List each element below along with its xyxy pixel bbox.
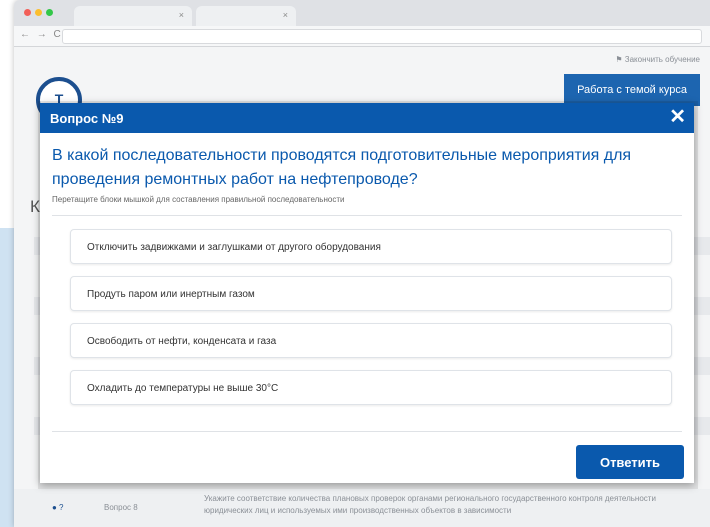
question-hint: Укажите соответствие количества плановых…	[204, 494, 656, 515]
browser-tab-2[interactable]: ×	[196, 6, 296, 26]
window-controls	[24, 9, 53, 16]
draggable-item[interactable]: Продуть паром или инертным газом	[70, 276, 672, 311]
maximize-window-button[interactable]	[46, 9, 53, 16]
question-label: Вопрос 8	[104, 503, 138, 512]
modal-title: Вопрос №9	[50, 111, 124, 126]
browser-tab-1[interactable]: ×	[74, 6, 192, 26]
address-bar: ← → C	[14, 26, 710, 47]
instruction-text: Перетащите блоки мышкой для составления …	[52, 195, 345, 204]
close-window-button[interactable]	[24, 9, 31, 16]
question-text: В какой последовательности проводятся по…	[52, 147, 632, 188]
nav-buttons[interactable]: ← → C	[20, 29, 63, 40]
flag-icon: ⚑	[615, 55, 625, 64]
close-icon[interactable]: ✕	[669, 106, 686, 128]
tab-close-icon[interactable]: ×	[179, 10, 184, 20]
tab-bar: × ×	[14, 0, 710, 26]
submit-answer-button[interactable]: Ответить	[576, 445, 684, 479]
sortable-list: Отключить задвижками и заглушками от дру…	[70, 229, 672, 417]
url-input[interactable]	[62, 29, 702, 44]
tab-close-icon[interactable]: ×	[283, 10, 288, 20]
draggable-item[interactable]: Освободить от нефти, конденсата и газа	[70, 323, 672, 358]
draggable-item[interactable]: Отключить задвижками и заглушками от дру…	[70, 229, 672, 264]
help-icon[interactable]: ● ?	[52, 503, 64, 512]
divider	[52, 215, 682, 216]
minimize-window-button[interactable]	[35, 9, 42, 16]
question-modal: Вопрос №9 ✕ В какой последовательности п…	[40, 103, 694, 483]
modal-header: Вопрос №9 ✕	[40, 103, 694, 133]
draggable-item[interactable]: Охладить до температуры не выше 30°С	[70, 370, 672, 405]
question-footer: ● ? Вопрос 8 Укажите соответствие количе…	[14, 489, 710, 527]
finish-training-link[interactable]: ⚑ Закончить обучение	[615, 55, 700, 64]
divider	[52, 431, 682, 432]
